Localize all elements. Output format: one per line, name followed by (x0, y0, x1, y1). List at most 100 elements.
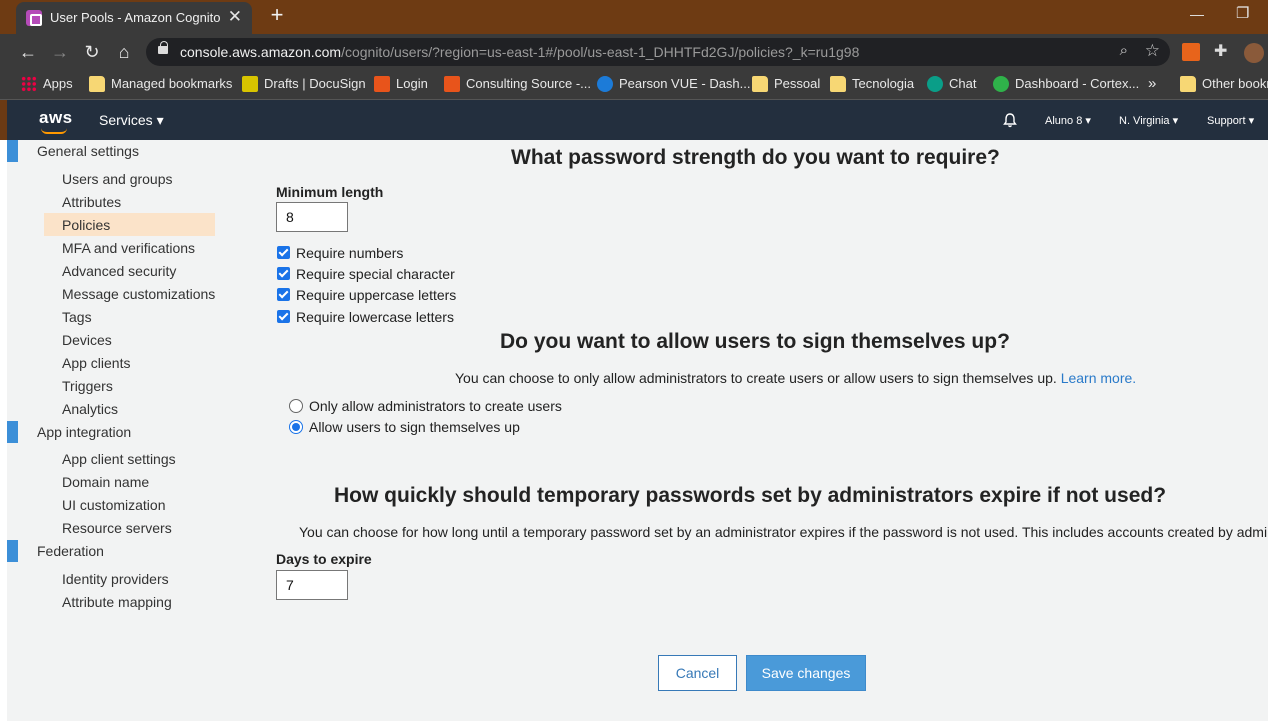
sidebar-group-federation[interactable]: Federation (37, 543, 104, 559)
only-admins-label: Only allow administrators to create user… (309, 398, 562, 414)
require-lowercase-checkbox[interactable] (277, 310, 290, 323)
signup-description: You can choose to only allow administrat… (455, 370, 1137, 386)
folder-icon (830, 76, 846, 92)
sidebar-item-users-and-groups[interactable]: Users and groups (62, 171, 173, 187)
extensions-puzzle-icon[interactable]: ✚ (1214, 43, 1232, 61)
sidebar-group-general-settings[interactable]: General settings (37, 143, 139, 159)
days-to-expire-label: Days to expire (276, 551, 372, 567)
sidebar-item-app-clients[interactable]: App clients (62, 355, 130, 371)
sidebar-group-app-integration[interactable]: App integration (37, 424, 131, 440)
sidebar-section-marker (7, 540, 18, 562)
sidebar-item-identity-providers[interactable]: Identity providers (62, 571, 169, 587)
restore-window-icon[interactable]: ❐ (1236, 4, 1249, 22)
bookmark-tecnologia[interactable]: Tecnologia (830, 76, 914, 94)
bookmark-star-icon[interactable]: ☆ (1145, 41, 1160, 61)
aws-smile-icon (41, 128, 67, 134)
require-lowercase-label: Require lowercase letters (296, 309, 454, 325)
bookmark-login[interactable]: Login (374, 76, 428, 94)
sidebar-item-ui-customization[interactable]: UI customization (62, 497, 165, 513)
notifications-bell-icon[interactable] (1002, 112, 1018, 128)
region-menu[interactable]: N. Virginia ▾ (1119, 114, 1178, 127)
bookmark-pearson[interactable]: Pearson VUE - Dash... (597, 76, 751, 94)
new-tab-icon[interactable]: + (266, 4, 288, 26)
docusign-icon (242, 76, 258, 92)
sidebar-item-attributes[interactable]: Attributes (62, 194, 121, 210)
expiry-description: You can choose for how long until a temp… (299, 524, 1268, 540)
lock-icon (158, 41, 168, 54)
sidebar-item-attribute-mapping[interactable]: Attribute mapping (62, 594, 172, 610)
only-admins-radio[interactable] (289, 399, 303, 413)
more-bookmarks-icon[interactable]: » (1148, 75, 1156, 92)
apps-grid-icon (21, 76, 37, 92)
back-icon[interactable]: ← (17, 41, 39, 63)
address-bar[interactable]: console.aws.amazon.com/cognito/users/?re… (146, 38, 1170, 66)
aws-logo[interactable]: aws (39, 108, 73, 134)
home-icon[interactable]: ⌂ (113, 41, 135, 63)
cortex-icon (993, 76, 1009, 92)
sidebar-item-resource-servers[interactable]: Resource servers (62, 520, 172, 536)
url-text[interactable]: console.aws.amazon.com/cognito/users/?re… (180, 44, 859, 60)
policies-page: General settings Users and groups Attrib… (7, 140, 1268, 721)
close-tab-icon[interactable]: ✕ (228, 7, 242, 27)
support-menu[interactable]: Support ▾ (1207, 114, 1254, 127)
forward-icon[interactable]: → (49, 41, 71, 63)
minimize-window-icon[interactable]: — (1190, 6, 1204, 22)
allow-self-signup-radio[interactable] (289, 420, 303, 434)
pearson-icon (597, 76, 613, 92)
sidebar-section-marker (7, 140, 18, 162)
aws-header: aws Services ▾ Aluno 8 ▾ N. Virginia ▾ S… (7, 100, 1268, 140)
left-edge (0, 140, 7, 721)
bookmark-apps[interactable]: Apps (21, 76, 73, 94)
bookmark-other[interactable]: Other bookm (1180, 76, 1268, 94)
sidebar-item-devices[interactable]: Devices (62, 332, 112, 348)
bookmark-managed[interactable]: Managed bookmarks (89, 76, 232, 94)
folder-icon (89, 76, 105, 92)
browser-toolbar: ← → ↻ ⌂ console.aws.amazon.com/cognito/u… (0, 34, 1268, 70)
office-icon (444, 76, 460, 92)
password-strength-heading: What password strength do you want to re… (511, 146, 1000, 169)
min-length-label: Minimum length (276, 184, 384, 200)
sidebar-item-tags[interactable]: Tags (62, 309, 92, 325)
allow-self-signup-label: Allow users to sign themselves up (309, 419, 520, 435)
require-numbers-checkbox[interactable] (277, 246, 290, 259)
require-uppercase-checkbox[interactable] (277, 288, 290, 301)
bookmark-dashboard[interactable]: Dashboard - Cortex... (993, 76, 1139, 94)
office-extension-icon[interactable] (1182, 43, 1200, 61)
account-menu[interactable]: Aluno 8 ▾ (1045, 114, 1091, 127)
reload-icon[interactable]: ↻ (81, 41, 103, 63)
profile-avatar[interactable] (1244, 43, 1264, 63)
sidebar-item-app-client-settings[interactable]: App client settings (62, 451, 176, 467)
require-special-checkbox[interactable] (277, 267, 290, 280)
zoom-icon[interactable]: ⌕ (1120, 42, 1128, 59)
bookmarks-bar: Apps Managed bookmarks Drafts | DocuSign… (0, 70, 1268, 100)
chat-icon (927, 76, 943, 92)
require-special-label: Require special character (296, 266, 455, 282)
sidebar-item-analytics[interactable]: Analytics (62, 401, 118, 417)
cognito-favicon-icon (26, 10, 42, 26)
bookmark-consulting[interactable]: Consulting Source -... (444, 76, 591, 94)
require-numbers-label: Require numbers (296, 245, 404, 261)
bookmark-chat[interactable]: Chat (927, 76, 976, 94)
sidebar-item-advanced-security[interactable]: Advanced security (62, 263, 176, 279)
min-length-input[interactable]: 8 (276, 202, 348, 232)
sidebar-item-domain-name[interactable]: Domain name (62, 474, 149, 490)
save-changes-button[interactable]: Save changes (746, 655, 866, 691)
office-icon (374, 76, 390, 92)
bookmark-pessoal[interactable]: Pessoal (752, 76, 820, 94)
browser-tab[interactable]: User Pools - Amazon Cognito ✕ (16, 2, 252, 34)
sidebar-section-marker (7, 421, 18, 443)
sidebar-item-triggers[interactable]: Triggers (62, 378, 113, 394)
browser-tab-bar: User Pools - Amazon Cognito ✕ + — ❐ (0, 0, 1268, 34)
bookmark-docusign[interactable]: Drafts | DocuSign (242, 76, 366, 94)
tab-title: User Pools - Amazon Cognito (50, 10, 221, 25)
days-to-expire-input[interactable]: 7 (276, 570, 348, 600)
services-menu[interactable]: Services ▾ (99, 112, 164, 129)
folder-icon (752, 76, 768, 92)
sidebar-item-message-customizations[interactable]: Message customizations (62, 286, 215, 302)
folder-icon (1180, 76, 1196, 92)
signup-heading: Do you want to allow users to sign thems… (500, 330, 1010, 353)
sidebar-item-policies[interactable]: Policies (62, 217, 110, 233)
cancel-button[interactable]: Cancel (658, 655, 737, 691)
learn-more-link[interactable]: Learn more. (1061, 370, 1136, 386)
sidebar-item-mfa[interactable]: MFA and verifications (62, 240, 195, 256)
